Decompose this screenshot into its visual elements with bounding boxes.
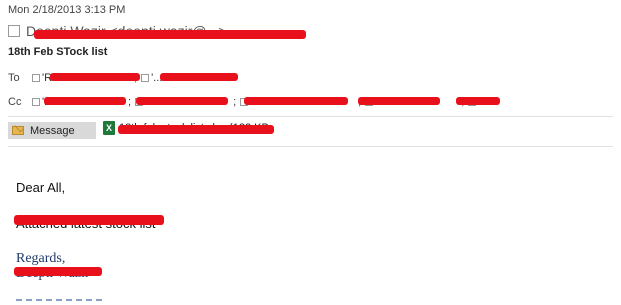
attachment-divider [8,146,613,147]
contact-icon [32,74,40,82]
redaction-mark [244,97,348,105]
excel-file-icon: X [103,121,115,135]
redaction-mark [118,125,274,134]
redaction-mark [358,97,440,105]
body-greeting: Dear All, [16,180,66,195]
contact-icon [32,98,40,106]
message-tab-button[interactable]: Message [8,122,96,139]
subject: 18th Feb STock list [8,46,108,58]
redaction-mark [14,267,102,276]
body-regards: Regards, [16,251,66,266]
header-divider [8,116,613,117]
envelope-icon [12,126,24,135]
redaction-mark [14,215,164,225]
contact-icon [141,74,150,82]
message-tab-label: Message [30,124,75,137]
redaction-mark [44,97,126,105]
cc-label: Cc [8,96,22,108]
signature-line-fragment [16,299,102,301]
redaction-mark [136,97,228,105]
redaction-mark [160,73,238,81]
redaction-mark [456,97,500,105]
redaction-mark [34,30,306,39]
redaction-mark [50,73,140,81]
sent-date: Mon 2/18/2013 3:13 PM [8,4,126,16]
sender-photo-placeholder [8,25,20,37]
to-label: To [8,72,20,84]
